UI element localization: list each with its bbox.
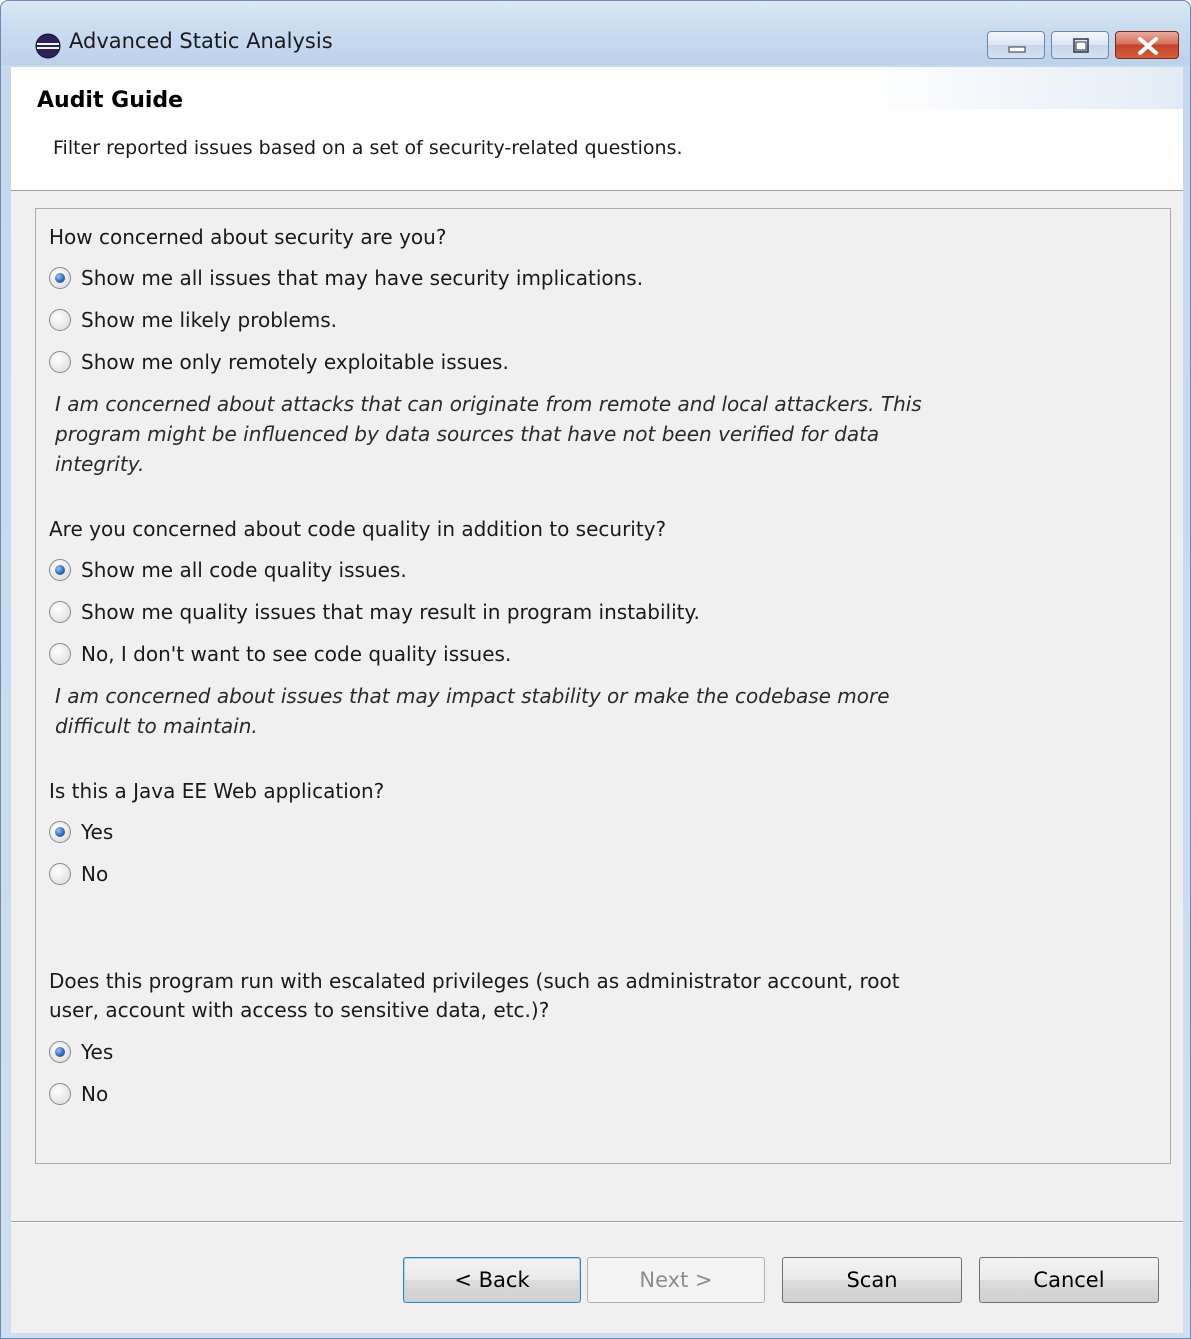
radio-label: No, I don't want to see code quality iss…: [81, 642, 512, 666]
radio-option-all-security[interactable]: Show me all issues that may have securit…: [49, 263, 643, 293]
minimize-button[interactable]: [987, 31, 1045, 59]
radio-button[interactable]: [49, 351, 71, 373]
cancel-button[interactable]: Cancel: [979, 1257, 1159, 1303]
radio-option-no-quality[interactable]: No, I don't want to see code quality iss…: [49, 639, 511, 669]
radio-button[interactable]: [49, 821, 71, 843]
radio-option-privileges-yes[interactable]: Yes: [49, 1037, 113, 1067]
radio-button[interactable]: [49, 863, 71, 885]
radio-option-likely-problems[interactable]: Show me likely problems.: [49, 305, 337, 335]
radio-button[interactable]: [49, 559, 71, 581]
radio-button[interactable]: [49, 1041, 71, 1063]
quality-hint-text: I am concerned about issues that may imp…: [55, 684, 890, 738]
page-title: Audit Guide: [37, 88, 184, 113]
radio-button[interactable]: [49, 309, 71, 331]
title-bar[interactable]: Advanced Static Analysis: [1, 1, 1190, 65]
question-escalated-privileges: Does this program run with escalated pri…: [49, 969, 900, 1022]
button-bar-separator: [11, 1221, 1183, 1223]
radio-button[interactable]: [49, 643, 71, 665]
radio-label: Show me quality issues that may result i…: [81, 600, 700, 624]
back-button[interactable]: < Back: [403, 1257, 581, 1303]
radio-label: Show me only remotely exploitable issues…: [81, 350, 509, 374]
radio-option-privileges-no[interactable]: No: [49, 1079, 108, 1109]
security-hint-text: I am concerned about attacks that can or…: [55, 392, 922, 476]
radio-button[interactable]: [49, 601, 71, 623]
radio-button[interactable]: [49, 1083, 71, 1105]
question-java-ee: Is this a Java EE Web application?: [49, 779, 385, 803]
radio-label: Yes: [81, 1040, 114, 1064]
close-button[interactable]: [1115, 31, 1179, 59]
radio-label: Show me all issues that may have securit…: [81, 266, 644, 290]
eclipse-icon: [35, 33, 61, 59]
radio-label: Yes: [81, 820, 114, 844]
radio-label: Show me all code quality issues.: [81, 558, 407, 582]
maximize-button[interactable]: [1051, 31, 1109, 59]
maximize-icon: [1073, 38, 1089, 53]
wizard-header: Audit Guide Filter reported issues based…: [11, 67, 1183, 191]
radio-label: Show me likely problems.: [81, 308, 338, 332]
question-security-concern: How concerned about security are you?: [49, 225, 447, 249]
minimize-icon: [1008, 46, 1026, 53]
dialog-window: Advanced Static Analysis Audit Guide Fil…: [0, 0, 1191, 1339]
audit-questions-panel: How concerned about security are you? Sh…: [35, 208, 1171, 1164]
radio-option-all-quality[interactable]: Show me all code quality issues.: [49, 555, 407, 585]
page-description: Filter reported issues based on a set of…: [53, 137, 683, 159]
radio-label: No: [81, 862, 109, 886]
next-button[interactable]: Next >: [587, 1257, 765, 1303]
radio-option-remote-exploitable[interactable]: Show me only remotely exploitable issues…: [49, 347, 509, 377]
radio-option-java-ee-yes[interactable]: Yes: [49, 817, 113, 847]
radio-option-java-ee-no[interactable]: No: [49, 859, 108, 889]
dialog-content: Audit Guide Filter reported issues based…: [11, 67, 1183, 1333]
radio-option-quality-instability[interactable]: Show me quality issues that may result i…: [49, 597, 700, 627]
question-code-quality: Are you concerned about code quality in …: [49, 517, 667, 541]
close-icon: [1138, 37, 1158, 55]
radio-label: No: [81, 1082, 109, 1106]
window-title: Advanced Static Analysis: [69, 29, 333, 53]
scan-button[interactable]: Scan: [782, 1257, 962, 1303]
radio-button[interactable]: [49, 267, 71, 289]
